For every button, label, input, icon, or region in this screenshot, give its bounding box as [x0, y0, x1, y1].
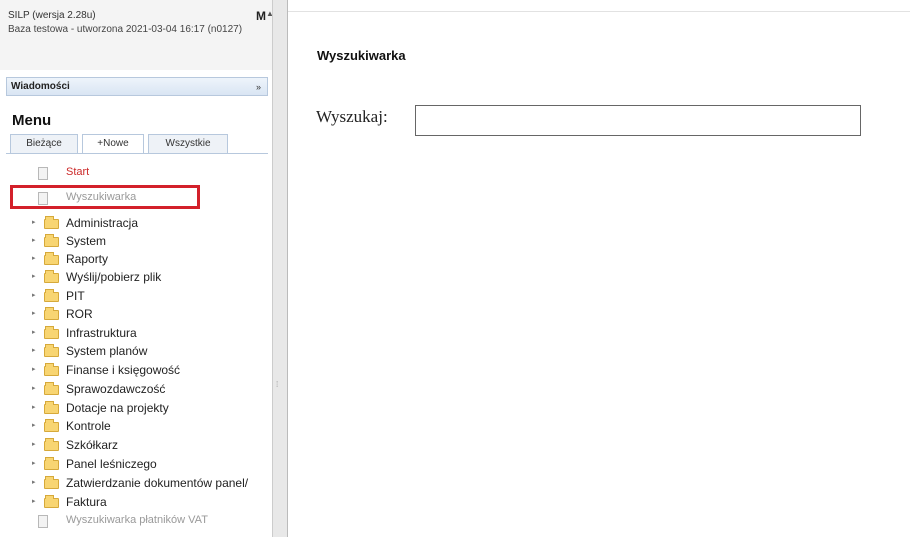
sidebar-header: SILP (wersja 2.28u) Baza testowa - utwor…: [0, 0, 272, 70]
folder-icon: [44, 419, 59, 432]
expand-bullet-icon[interactable]: ▸: [32, 497, 36, 505]
expand-bullet-icon[interactable]: ▸: [32, 403, 36, 411]
tab-wszystkie[interactable]: Wszystkie: [148, 134, 228, 153]
menu-item-label: Wyszukiwarka płatników VAT: [66, 514, 208, 526]
highlight-box: [10, 185, 200, 209]
messages-bar[interactable]: Wiadomości »: [6, 77, 268, 96]
expand-bullet-icon[interactable]: ▸: [32, 272, 36, 280]
m-label: M: [256, 9, 266, 23]
menu-item-label: Szkółkarz: [66, 438, 119, 452]
folder-icon: [44, 382, 59, 395]
expand-bullet-icon[interactable]: ▸: [32, 384, 36, 392]
top-divider: [288, 11, 910, 12]
folder-icon: [44, 289, 59, 302]
database-info: Baza testowa - utworzona 2021-03-04 16:1…: [8, 24, 243, 35]
menu-title: Menu: [12, 112, 52, 129]
menu-item-label: ROR: [66, 307, 93, 321]
expand-bullet-icon[interactable]: ▸: [32, 421, 36, 429]
folder-icon: [44, 270, 59, 283]
folder-icon: [44, 457, 59, 470]
messages-label: Wiadomości: [11, 81, 70, 92]
expand-bullet-icon[interactable]: ▸: [32, 236, 36, 244]
menu-item-label: Administracja: [66, 216, 139, 230]
menu-item-label: Finanse i księgowość: [66, 363, 181, 377]
folder-icon: [44, 476, 59, 489]
menu-item-label: Infrastruktura: [66, 326, 137, 340]
expand-bullet-icon[interactable]: ▸: [32, 440, 36, 448]
menu-item-label: System: [66, 234, 107, 248]
menu-item-label: Sprawozdawczość: [66, 382, 166, 396]
menu-item-label: System planów: [66, 344, 148, 358]
expand-bullet-icon[interactable]: ▸: [32, 218, 36, 226]
menu-item-label: Wyślij/pobierz plik: [66, 270, 162, 284]
search-label: Wyszukaj:: [316, 107, 388, 126]
menu-item-label: Dotacje na projekty: [66, 401, 169, 415]
folder-icon: [44, 438, 59, 451]
menu-item-label: Start: [66, 166, 90, 178]
menu-item-label: Kontrole: [66, 419, 111, 433]
menu-item-label: PIT: [66, 289, 85, 303]
document-icon: [38, 515, 48, 528]
expand-bullet-icon[interactable]: ▸: [32, 365, 36, 373]
tab-nowe[interactable]: +Nowe: [82, 134, 144, 153]
grip-icon[interactable]: ⁞: [276, 380, 278, 389]
expand-bullet-icon[interactable]: ▸: [32, 291, 36, 299]
folder-icon: [44, 307, 59, 320]
expand-bullet-icon[interactable]: ▸: [32, 328, 36, 336]
folder-icon: [44, 495, 59, 508]
page-title: Wyszukiwarka: [317, 48, 406, 63]
expand-arrow-icon[interactable]: »: [256, 82, 261, 92]
folder-icon: [44, 401, 59, 414]
search-input[interactable]: [415, 105, 861, 136]
menu-item-label: Faktura: [66, 495, 107, 509]
document-icon: [38, 167, 48, 180]
folder-icon: [44, 326, 59, 339]
expand-bullet-icon[interactable]: ▸: [32, 459, 36, 467]
menu-item-label: Raporty: [66, 252, 109, 266]
app-version: SILP (wersja 2.28u): [8, 10, 96, 21]
sidebar: SILP (wersja 2.28u) Baza testowa - utwor…: [0, 0, 272, 537]
expand-bullet-icon[interactable]: ▸: [32, 346, 36, 354]
panel-splitter[interactable]: ⁞: [272, 0, 288, 537]
expand-bullet-icon[interactable]: ▸: [32, 254, 36, 262]
folder-icon: [44, 344, 59, 357]
folder-icon: [44, 363, 59, 376]
expand-bullet-icon[interactable]: ▸: [32, 309, 36, 317]
menu-item-label: Zatwierdzanie dokumentów panel/: [66, 476, 249, 490]
tab-divider: [6, 153, 268, 154]
menu-item-label: Panel leśniczego: [66, 457, 157, 471]
expand-bullet-icon[interactable]: ▸: [32, 478, 36, 486]
tab-biezace[interactable]: Bieżące: [10, 134, 78, 153]
folder-icon: [44, 252, 59, 265]
folder-icon: [44, 216, 59, 229]
folder-icon: [44, 234, 59, 247]
